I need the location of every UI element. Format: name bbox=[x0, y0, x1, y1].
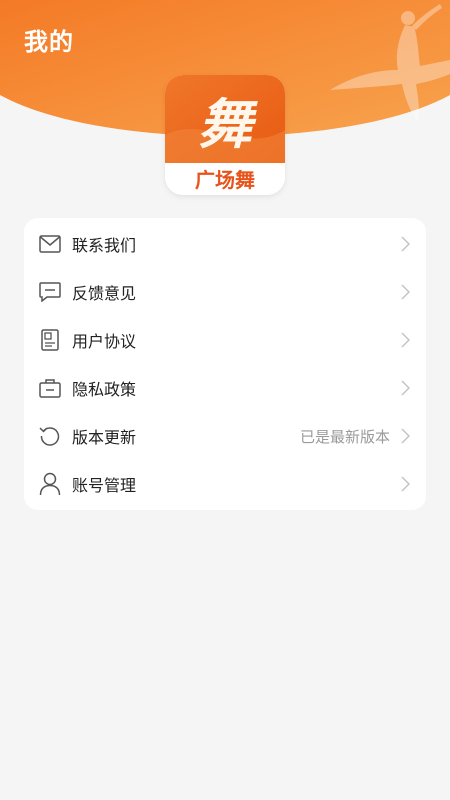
feedback-icon bbox=[38, 280, 62, 304]
document-icon bbox=[38, 328, 62, 352]
menu-item-privacy-policy[interactable]: 隐私政策 bbox=[24, 364, 426, 412]
menu-item-label: 用户协议 bbox=[72, 332, 137, 351]
menu-item-label: 联系我们 bbox=[72, 236, 137, 255]
menu-item-contact-us[interactable]: 联系我们 bbox=[24, 220, 426, 268]
chevron-right-icon bbox=[398, 474, 412, 494]
my-profile-screen: 我的 舞 广场舞 联系我们 反馈意见 用户协议 隐私政策 版本更新 已是最新版本… bbox=[0, 0, 450, 800]
menu-item-label: 账号管理 bbox=[72, 476, 137, 495]
user-icon bbox=[38, 472, 62, 496]
menu-item-user-agreement[interactable]: 用户协议 bbox=[24, 316, 426, 364]
version-status-text: 已是最新版本 bbox=[299, 427, 390, 446]
menu-card: 联系我们 反馈意见 用户协议 隐私政策 版本更新 已是最新版本 账号管理 bbox=[24, 218, 426, 510]
mail-icon bbox=[38, 232, 62, 256]
chevron-right-icon bbox=[398, 330, 412, 350]
app-logo: 舞 广场舞 bbox=[165, 75, 285, 195]
briefcase-icon bbox=[38, 376, 62, 400]
chevron-right-icon bbox=[398, 282, 412, 302]
page-title: 我的 bbox=[24, 28, 74, 56]
menu-item-version-update[interactable]: 版本更新 已是最新版本 bbox=[24, 412, 426, 460]
menu-item-feedback[interactable]: 反馈意见 bbox=[24, 268, 426, 316]
menu-item-label: 隐私政策 bbox=[72, 380, 137, 399]
chevron-right-icon bbox=[398, 378, 412, 398]
refresh-icon bbox=[38, 424, 62, 448]
logo-brand-name: 广场舞 bbox=[195, 168, 255, 192]
logo-glyph: 舞 bbox=[198, 92, 258, 156]
menu-item-label: 版本更新 bbox=[72, 428, 137, 447]
menu-item-label: 反馈意见 bbox=[72, 284, 137, 303]
menu-item-account-management[interactable]: 账号管理 bbox=[24, 460, 426, 508]
chevron-right-icon bbox=[398, 234, 412, 254]
chevron-right-icon bbox=[398, 426, 412, 446]
